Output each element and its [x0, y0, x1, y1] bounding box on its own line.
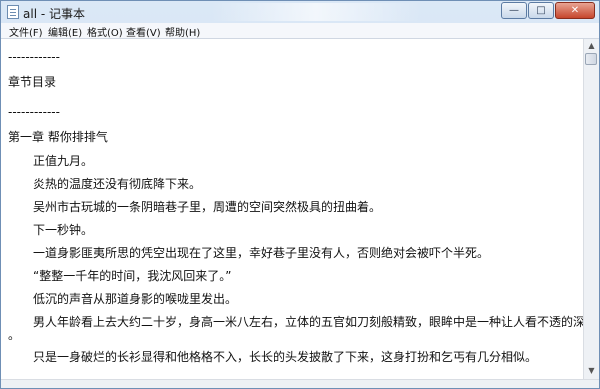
menu-bar: 文件(F) 编辑(E) 格式(O) 查看(V) 帮助(H) [1, 23, 599, 39]
text-line: 只是一身破烂的长衫显得和他格格不入，长长的头发披散了下来，这身打扮和乞丐有几分相… [33, 350, 538, 364]
text-line: 第一章 帮你排排气 [8, 130, 108, 144]
scroll-thumb[interactable] [585, 53, 597, 65]
title-bar-glow [211, 3, 421, 21]
vertical-scrollbar[interactable]: ▲ ▼ [583, 39, 599, 379]
horizontal-scrollbar[interactable] [1, 379, 599, 388]
scroll-up-icon[interactable]: ▲ [585, 40, 598, 52]
text-line: 一道身影匪夷所思的凭空出现在了这里，幸好巷子里没有人，否则绝对会被吓个半死。 [33, 246, 490, 260]
title-bar[interactable]: all - 记事本 — □ ✕ [1, 1, 599, 23]
text-line: 吴州市古玩城的一条阴暗巷子里，周遭的空间突然极具的扭曲着。 [33, 200, 382, 214]
text-line: ------------ [8, 105, 60, 119]
close-button[interactable]: ✕ [555, 2, 595, 19]
menu-edit[interactable]: 编辑(E) [48, 24, 82, 39]
text-line: ------------ [8, 50, 60, 64]
text-line: 。 [8, 328, 21, 342]
window-title: all - 记事本 [23, 7, 85, 21]
menu-help[interactable]: 帮助(H) [165, 24, 200, 39]
menu-format[interactable]: 格式(O) [87, 24, 123, 39]
text-line: 章节目录 [8, 75, 57, 89]
text-line: 炎热的温度还没有彻底降下来。 [33, 177, 202, 191]
scroll-down-icon[interactable]: ▼ [585, 365, 598, 377]
window-controls: — □ ✕ [500, 2, 595, 20]
maximize-button[interactable]: □ [528, 2, 554, 19]
notepad-icon [7, 5, 19, 19]
menu-file[interactable]: 文件(F) [9, 24, 43, 39]
text-line: 正值九月。 [33, 154, 94, 168]
text-line: 低沉的声音从那道身影的喉咙里发出。 [33, 292, 238, 306]
text-line: “整整一千年的时间，我沈风回来了。” [33, 269, 232, 283]
text-line: 男人年龄看上去大约二十岁，身高一米八左右，立体的五官如刀刻般精致，眼眸中是一种让… [33, 315, 583, 329]
close-icon: ✕ [570, 5, 580, 16]
text-line: 下一秒钟。 [33, 223, 94, 237]
notepad-window: all - 记事本 — □ ✕ 文件(F) 编辑(E) 格式(O) 查看(V) … [0, 0, 600, 389]
minimize-button[interactable]: — [501, 2, 527, 19]
menu-view[interactable]: 查看(V) [126, 24, 161, 39]
minimize-icon: — [509, 5, 519, 16]
text-editor[interactable]: ------------ 章节目录 ------------ 第一章 帮你排排气… [1, 39, 583, 379]
maximize-icon: □ [536, 5, 546, 16]
